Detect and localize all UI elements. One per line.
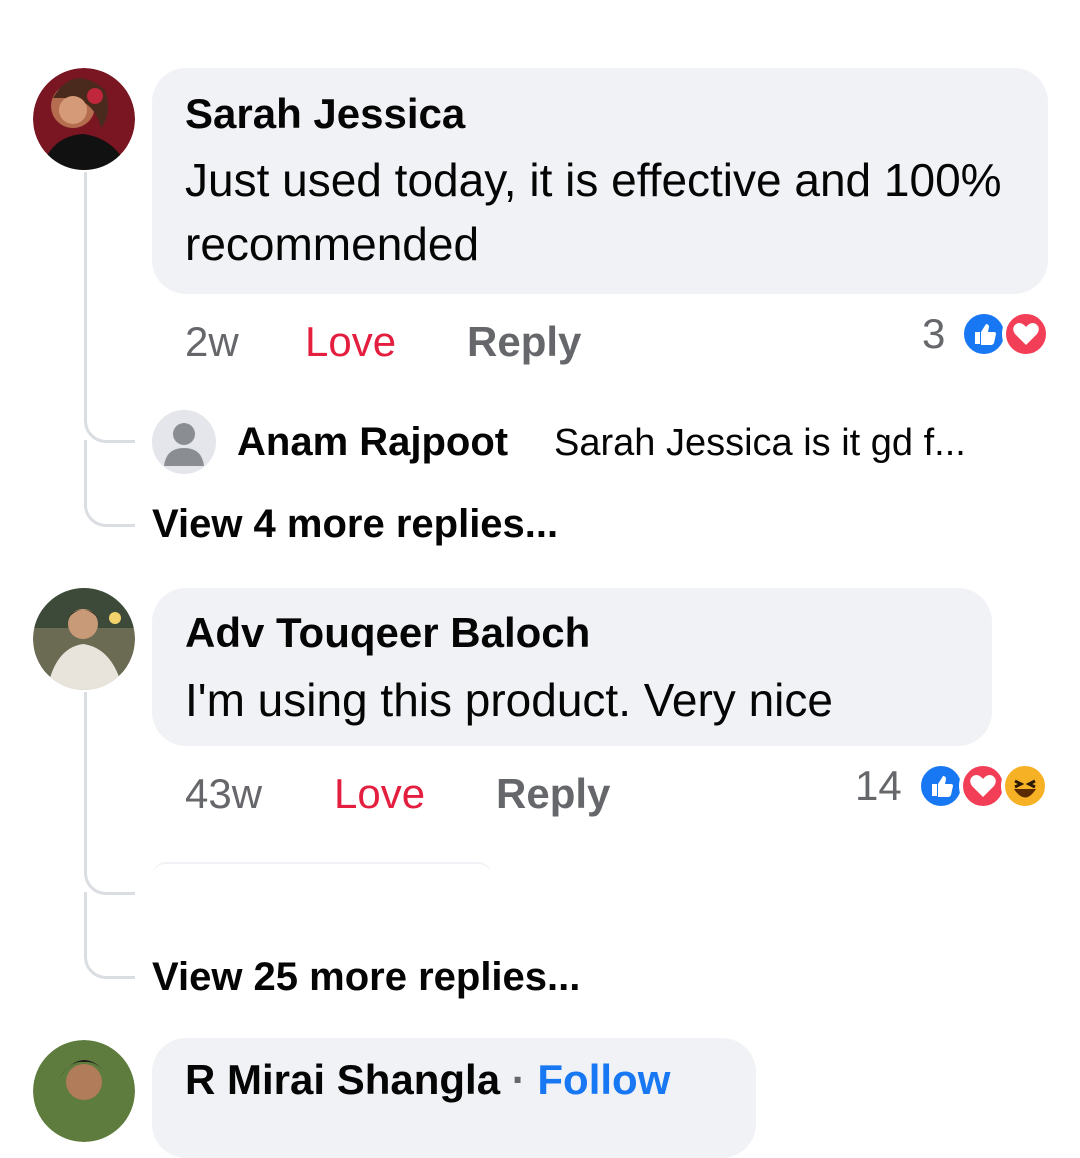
like-icon	[960, 310, 1008, 358]
reaction-summary[interactable]: 14	[855, 760, 1055, 814]
avatar[interactable]	[33, 588, 135, 690]
comment-text: Just used today, it is effective and 100…	[185, 154, 1002, 270]
reply-button[interactable]: Reply	[496, 770, 610, 818]
reaction-count: 14	[855, 762, 902, 809]
thread-line	[84, 172, 87, 402]
avatar[interactable]	[33, 1040, 135, 1142]
like-icon	[917, 762, 965, 810]
comment-text: I'm using this product. Very nice	[185, 674, 833, 726]
comment-author[interactable]: Adv Touqeer Baloch	[185, 609, 590, 657]
avatar[interactable]	[152, 410, 216, 474]
love-icon	[1002, 310, 1050, 358]
reply-placeholder	[152, 862, 492, 876]
comment-author[interactable]: R Mirai Shangla · Follow	[185, 1056, 670, 1104]
reply-button[interactable]: Reply	[467, 318, 581, 366]
thread-elbow	[84, 850, 135, 895]
reply-author[interactable]: Anam Rajpoot	[237, 420, 508, 465]
thread-line	[84, 692, 87, 852]
love-icon	[959, 762, 1007, 810]
thread-elbow	[84, 440, 135, 527]
reply-text[interactable]: Sarah Jessica is it gd f...	[554, 422, 966, 465]
view-more-replies[interactable]: View 4 more replies...	[152, 502, 558, 547]
thread-elbow	[84, 400, 135, 443]
reaction-count: 3	[922, 310, 946, 357]
comment-time[interactable]: 43w	[185, 770, 262, 818]
love-button[interactable]: Love	[305, 318, 396, 366]
love-button[interactable]: Love	[334, 770, 425, 818]
haha-icon	[1001, 762, 1049, 810]
avatar[interactable]	[33, 68, 135, 170]
comment-time[interactable]: 2w	[185, 318, 239, 366]
comment-author[interactable]: Sarah Jessica	[185, 90, 465, 138]
thread-elbow	[84, 892, 135, 979]
view-more-replies[interactable]: View 25 more replies...	[152, 955, 580, 1000]
reaction-summary[interactable]: 3	[922, 308, 1052, 362]
